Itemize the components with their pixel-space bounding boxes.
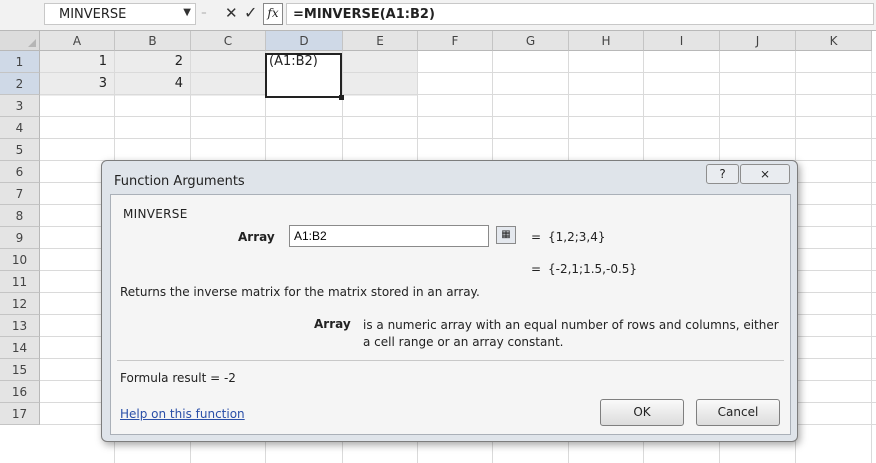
chevron-down-icon[interactable]: ▼: [183, 7, 191, 18]
equals-sign: =: [531, 230, 542, 244]
row-header-3[interactable]: 3: [0, 95, 40, 117]
row-header-6[interactable]: 6: [0, 161, 40, 183]
active-cell-d1[interactable]: (A1:B2): [265, 53, 344, 100]
cancel-icon[interactable]: ✕: [225, 4, 238, 22]
column-header-b[interactable]: B: [115, 31, 191, 51]
result-preview: {-2,1;1.5,-0.5}: [548, 262, 638, 276]
column-header-g[interactable]: G: [493, 31, 569, 51]
formula-input[interactable]: =MINVERSE(A1:B2): [286, 3, 874, 25]
row-header-1[interactable]: 1: [0, 51, 40, 73]
row-header-7[interactable]: 7: [0, 183, 40, 205]
function-name: MINVERSE: [123, 207, 188, 221]
column-header-d[interactable]: D: [266, 31, 343, 51]
help-icon[interactable]: ?: [706, 164, 739, 184]
enter-icon[interactable]: ✓: [244, 3, 257, 22]
cell-a2[interactable]: 3: [40, 73, 115, 95]
insert-function-icon[interactable]: fx: [263, 3, 283, 25]
divider: [117, 360, 784, 361]
dialog-panel: MINVERSE Array ▦ = {1,2;3,4} = {-2,1;1.5…: [110, 194, 791, 435]
row-header-13[interactable]: 13: [0, 315, 40, 337]
formula-result: Formula result = -2: [120, 371, 236, 385]
row-header-4[interactable]: 4: [0, 117, 40, 139]
row-header-2[interactable]: 2: [0, 73, 40, 95]
argument-label: Array: [238, 230, 275, 244]
close-icon[interactable]: ⨯: [740, 164, 790, 184]
select-all-corner[interactable]: [0, 31, 40, 51]
column-header-h[interactable]: H: [569, 31, 644, 51]
array-input[interactable]: [289, 225, 489, 247]
row-header-16[interactable]: 16: [0, 381, 40, 403]
dialog-title: Function Arguments: [114, 174, 245, 189]
ok-button[interactable]: OK: [600, 399, 684, 426]
row-header-15[interactable]: 15: [0, 359, 40, 381]
row-header-8[interactable]: 8: [0, 205, 40, 227]
column-header-a[interactable]: A: [40, 31, 115, 51]
argument-evaluated: {1,2;3,4}: [548, 230, 606, 244]
column-header-f[interactable]: F: [418, 31, 493, 51]
row-header-12[interactable]: 12: [0, 293, 40, 315]
collapse-dialog-icon[interactable]: ▦: [496, 226, 516, 244]
arg-description-label: Array: [314, 317, 351, 331]
function-description: Returns the inverse matrix for the matri…: [120, 285, 480, 299]
arg-description: is a numeric array with an equal number …: [363, 318, 779, 349]
column-header-c[interactable]: C: [191, 31, 266, 51]
equals-sign: =: [531, 262, 542, 276]
gridline: [40, 138, 876, 139]
column-header-i[interactable]: I: [644, 31, 720, 51]
cell-d1-value: (A1:B2): [269, 54, 318, 69]
column-header-e[interactable]: E: [343, 31, 418, 51]
column-header-j[interactable]: J: [720, 31, 796, 51]
column-header-k[interactable]: K: [796, 31, 872, 51]
cancel-button[interactable]: Cancel: [696, 399, 780, 426]
name-box[interactable]: MINVERSE ▼: [44, 3, 196, 25]
name-box-value: MINVERSE: [59, 7, 127, 22]
cell-b2[interactable]: 4: [115, 73, 191, 95]
help-link[interactable]: Help on this function: [120, 407, 245, 421]
formula-bar: MINVERSE ▼ ⁼ ✕ ✓ fx =MINVERSE(A1:B2): [0, 0, 876, 31]
row-header-10[interactable]: 10: [0, 249, 40, 271]
function-arguments-dialog: Function Arguments ? ⨯ MINVERSE Array ▦ …: [101, 160, 798, 442]
formula-text: =MINVERSE(A1:B2): [293, 7, 435, 22]
row-header-17[interactable]: 17: [0, 403, 40, 425]
row-header-14[interactable]: 14: [0, 337, 40, 359]
cell-a1[interactable]: 1: [40, 51, 115, 73]
row-header-11[interactable]: 11: [0, 271, 40, 293]
separator-icon: ⁼: [201, 8, 207, 21]
row-header-5[interactable]: 5: [0, 139, 40, 161]
cell-b1[interactable]: 2: [115, 51, 191, 73]
row-header-9[interactable]: 9: [0, 227, 40, 249]
gridline: [40, 116, 876, 117]
